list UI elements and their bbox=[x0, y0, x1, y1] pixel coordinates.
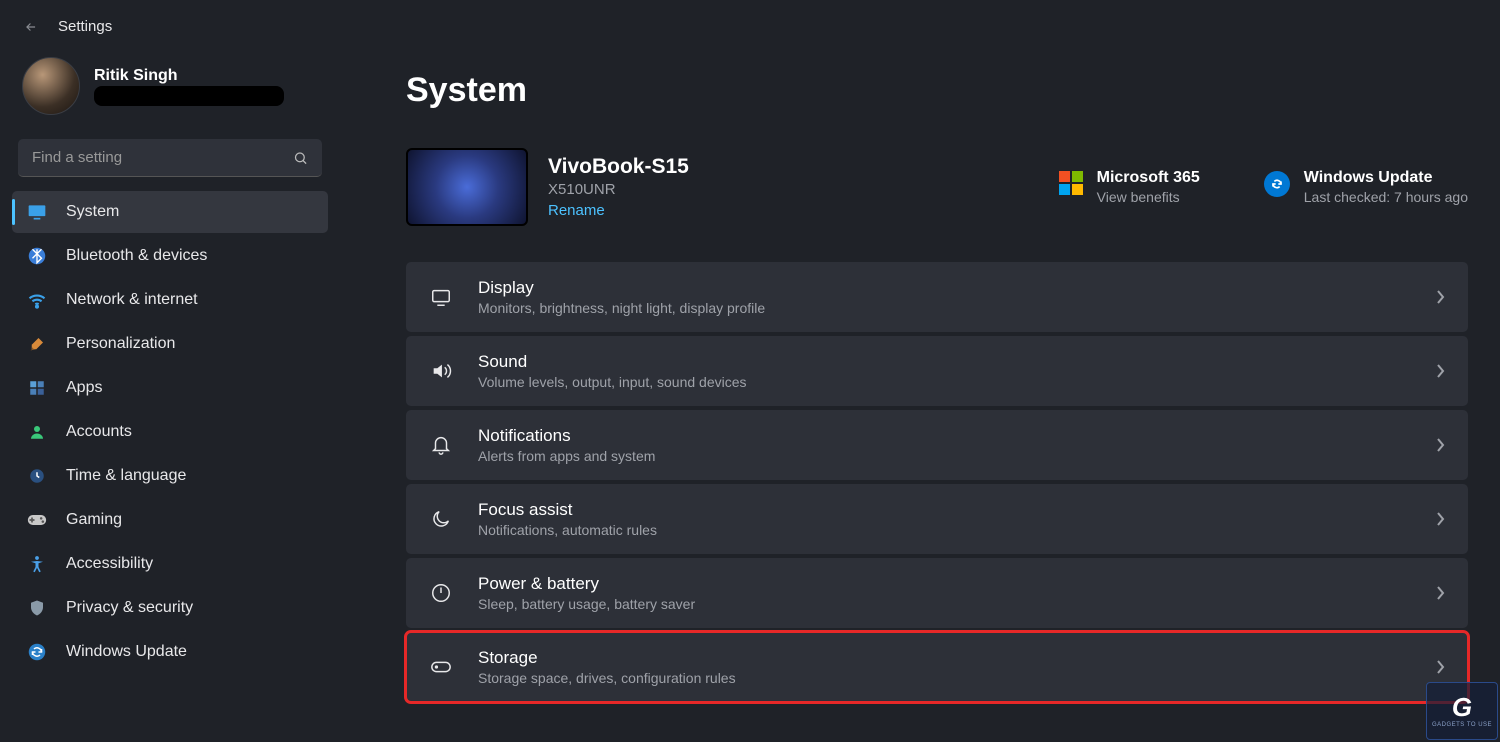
device-name: VivoBook-S15 bbox=[548, 155, 689, 179]
user-name: Ritik Singh bbox=[94, 67, 284, 85]
card-storage[interactable]: Storage Storage space, drives, configurat… bbox=[406, 632, 1468, 702]
sidebar-item-accounts[interactable]: Accounts bbox=[12, 411, 328, 453]
globe-clock-icon bbox=[26, 465, 48, 487]
chevron-right-icon bbox=[1436, 364, 1446, 378]
sidebar-item-label: Privacy & security bbox=[66, 599, 193, 617]
user-email-redacted bbox=[94, 86, 284, 106]
moon-icon bbox=[430, 508, 454, 530]
promo-microsoft-365[interactable]: Microsoft 365 View benefits bbox=[1059, 169, 1200, 205]
sound-icon bbox=[430, 360, 454, 382]
sidebar-item-network[interactable]: Network & internet bbox=[12, 279, 328, 321]
card-focus-assist[interactable]: Focus assist Notifications, automatic rul… bbox=[406, 484, 1468, 554]
app-title: Settings bbox=[58, 18, 112, 35]
chevron-right-icon bbox=[1436, 438, 1446, 452]
search-box bbox=[18, 139, 322, 177]
card-title: Power & battery bbox=[478, 574, 1412, 594]
sidebar-item-label: Apps bbox=[66, 379, 102, 397]
card-desc: Alerts from apps and system bbox=[478, 448, 1412, 464]
sidebar-item-label: Bluetooth & devices bbox=[66, 247, 207, 265]
card-power-battery[interactable]: Power & battery Sleep, battery usage, bat… bbox=[406, 558, 1468, 628]
monitor-icon bbox=[26, 201, 48, 223]
card-display[interactable]: Display Monitors, brightness, night light… bbox=[406, 262, 1468, 332]
chevron-right-icon bbox=[1436, 660, 1446, 674]
promo-subtitle: Last checked: 7 hours ago bbox=[1304, 189, 1468, 205]
card-title: Display bbox=[478, 278, 1412, 298]
sidebar-item-accessibility[interactable]: Accessibility bbox=[12, 543, 328, 585]
power-icon bbox=[430, 582, 454, 604]
sync-icon bbox=[1264, 171, 1290, 197]
sidebar-item-label: Personalization bbox=[66, 335, 175, 353]
device-wallpaper-thumbnail bbox=[406, 148, 528, 226]
card-sound[interactable]: Sound Volume levels, output, input, sound… bbox=[406, 336, 1468, 406]
watermark: G GADGETS TO USE bbox=[1426, 682, 1498, 740]
back-arrow-icon[interactable] bbox=[24, 20, 38, 34]
promo-title: Microsoft 365 bbox=[1097, 169, 1200, 187]
search-input[interactable] bbox=[18, 139, 322, 177]
wifi-icon bbox=[26, 289, 48, 311]
promo-windows-update[interactable]: Windows Update Last checked: 7 hours ago bbox=[1264, 169, 1468, 205]
window-header: Settings bbox=[0, 0, 1500, 53]
rename-link[interactable]: Rename bbox=[548, 202, 689, 219]
page-title: System bbox=[406, 71, 1468, 110]
card-title: Storage bbox=[478, 648, 1412, 668]
chevron-right-icon bbox=[1436, 512, 1446, 526]
sync-icon bbox=[26, 641, 48, 663]
shield-icon bbox=[26, 597, 48, 619]
sidebar-item-windows-update[interactable]: Windows Update bbox=[12, 631, 328, 673]
card-desc: Notifications, automatic rules bbox=[478, 522, 1412, 538]
card-desc: Monitors, brightness, night light, displ… bbox=[478, 300, 1412, 316]
sidebar-item-label: System bbox=[66, 203, 119, 221]
promo-subtitle: View benefits bbox=[1097, 189, 1200, 205]
nav: System Bluetooth & devices Network & int… bbox=[12, 191, 328, 673]
chevron-right-icon bbox=[1436, 290, 1446, 304]
bell-icon bbox=[430, 434, 454, 456]
sidebar-item-label: Windows Update bbox=[66, 643, 187, 661]
promo-title: Windows Update bbox=[1304, 169, 1468, 187]
card-title: Sound bbox=[478, 352, 1412, 372]
card-desc: Volume levels, output, input, sound devi… bbox=[478, 374, 1412, 390]
sidebar-item-label: Time & language bbox=[66, 467, 186, 485]
card-desc: Sleep, battery usage, battery saver bbox=[478, 596, 1412, 612]
sidebar-item-label: Network & internet bbox=[66, 291, 198, 309]
search-icon bbox=[293, 151, 308, 166]
watermark-logo: G bbox=[1452, 694, 1472, 720]
sidebar: Ritik Singh System Bluetooth & devices N… bbox=[0, 53, 340, 742]
sidebar-item-label: Accessibility bbox=[66, 555, 153, 573]
display-icon bbox=[430, 286, 454, 308]
accessibility-icon bbox=[26, 553, 48, 575]
sidebar-item-label: Accounts bbox=[66, 423, 132, 441]
chevron-right-icon bbox=[1436, 586, 1446, 600]
sidebar-item-personalization[interactable]: Personalization bbox=[12, 323, 328, 365]
main-panel: System VivoBook-S15 X510UNR Rename Micro… bbox=[340, 53, 1500, 742]
card-desc: Storage space, drives, configuration rul… bbox=[478, 670, 1412, 686]
card-title: Notifications bbox=[478, 426, 1412, 446]
sidebar-item-privacy[interactable]: Privacy & security bbox=[12, 587, 328, 629]
bluetooth-icon bbox=[26, 245, 48, 267]
user-block[interactable]: Ritik Singh bbox=[12, 53, 328, 133]
card-notifications[interactable]: Notifications Alerts from apps and system bbox=[406, 410, 1468, 480]
sidebar-item-bluetooth[interactable]: Bluetooth & devices bbox=[12, 235, 328, 277]
device-row: VivoBook-S15 X510UNR Rename Microsoft 36… bbox=[406, 148, 1468, 226]
apps-icon bbox=[26, 377, 48, 399]
storage-icon bbox=[430, 660, 454, 674]
sidebar-item-label: Gaming bbox=[66, 511, 122, 529]
paintbrush-icon bbox=[26, 333, 48, 355]
gamepad-icon bbox=[26, 509, 48, 531]
sidebar-item-time-language[interactable]: Time & language bbox=[12, 455, 328, 497]
settings-cards: Display Monitors, brightness, night light… bbox=[406, 262, 1468, 702]
sidebar-item-system[interactable]: System bbox=[12, 191, 328, 233]
card-title: Focus assist bbox=[478, 500, 1412, 520]
microsoft-logo-icon bbox=[1059, 171, 1083, 195]
watermark-text: GADGETS TO USE bbox=[1432, 722, 1492, 728]
device-model: X510UNR bbox=[548, 181, 689, 198]
person-icon bbox=[26, 421, 48, 443]
avatar bbox=[22, 57, 80, 115]
sidebar-item-apps[interactable]: Apps bbox=[12, 367, 328, 409]
sidebar-item-gaming[interactable]: Gaming bbox=[12, 499, 328, 541]
